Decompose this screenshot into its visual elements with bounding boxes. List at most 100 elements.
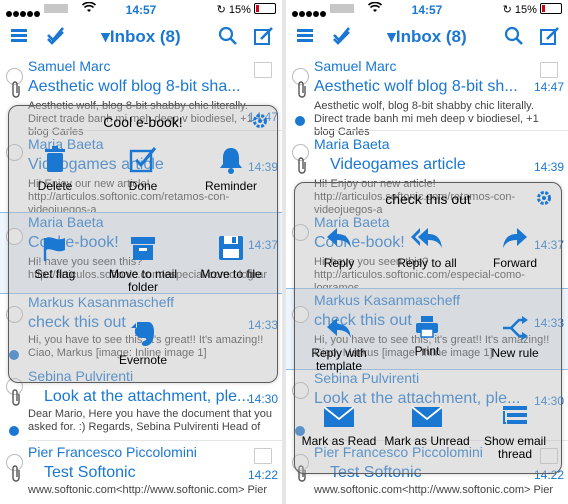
forward-button[interactable]: Forward	[469, 225, 561, 270]
evernote-icon	[97, 320, 189, 351]
email-subject[interactable]: Test Softonic	[44, 464, 252, 482]
search-icon[interactable]	[504, 26, 524, 51]
move-to-mail-folder-button[interactable]: Move to mail folder	[97, 234, 189, 294]
attachment-icon	[10, 80, 22, 103]
email-subject[interactable]: Aesthetic wolf blog 8-bit sh...	[314, 78, 538, 96]
new-rule-button[interactable]: New rule	[469, 315, 561, 360]
reply-template-icon	[293, 315, 385, 344]
email-time: 14:30	[247, 392, 278, 406]
printer-icon	[381, 315, 473, 342]
battery-icon	[254, 3, 276, 14]
inbox-title-text: Inbox (8)	[395, 27, 467, 46]
inbox-title[interactable]: ▾Inbox (8)	[0, 27, 282, 47]
set-flag-button[interactable]: Set flag	[9, 234, 101, 281]
inbox-title[interactable]: ▾Inbox (8)	[286, 27, 568, 47]
evernote-button[interactable]: Evernote	[97, 320, 189, 367]
nav-bar: ▾Inbox (8)	[0, 22, 282, 54]
move-to-mail-folder-label: Move to mail folder	[108, 267, 178, 294]
action-menu: check this out Reply Reply to all Forwar…	[294, 182, 562, 474]
email-time: 14:22	[247, 468, 278, 482]
flag-icon[interactable]	[254, 448, 272, 464]
battery-percent: 15%	[228, 4, 251, 16]
email-snippet: www.softonic.com<http://www.softonic.com…	[28, 484, 268, 496]
status-bar: 14:57 ↻ 15%	[286, 0, 568, 20]
compose-icon[interactable]	[254, 26, 274, 51]
mark-as-unread-label: Mark as Unread	[384, 434, 470, 448]
attachment-icon	[296, 80, 308, 103]
evernote-label: Evernote	[118, 353, 168, 367]
print-button[interactable]: Print	[381, 315, 473, 358]
delete-label: Delete	[37, 179, 73, 193]
forward-icon	[469, 225, 561, 254]
floppy-disk-icon	[185, 234, 277, 265]
email-sender: Samuel Marc	[314, 58, 397, 74]
move-to-file-label: Move to file	[200, 267, 262, 281]
forward-label: Forward	[492, 256, 537, 270]
status-right: ↻ 15%	[503, 3, 562, 16]
mark-as-read-label: Mark as Read	[301, 434, 377, 448]
email-snippet: Dear Mario, Here you have the document t…	[28, 408, 272, 433]
rotation-lock-icon: ↻	[216, 4, 226, 16]
bell-icon	[185, 146, 277, 177]
trash-icon	[9, 146, 101, 177]
rotation-lock-icon: ↻	[502, 4, 512, 16]
reminder-label: Reminder	[204, 179, 258, 193]
flag-icon[interactable]	[254, 62, 272, 78]
reply-all-label: Reply to all	[397, 256, 457, 270]
reply-icon	[293, 225, 385, 254]
reply-button[interactable]: Reply	[293, 225, 385, 270]
reply-all-button[interactable]: Reply to all	[381, 225, 473, 270]
email-time: 14:47	[533, 80, 564, 94]
thread-list-icon	[469, 405, 561, 432]
new-rule-label: New rule	[491, 346, 539, 360]
mark-as-unread-button[interactable]: Mark as Unread	[381, 405, 473, 448]
row-separator	[28, 440, 282, 441]
attachment-icon	[10, 388, 22, 411]
attachment-icon	[10, 464, 22, 487]
status-bar: 14:57 ↻ 15%	[0, 0, 282, 20]
gear-icon[interactable]	[251, 112, 269, 135]
row-separator	[314, 130, 568, 131]
reply-with-template-button[interactable]: Reply with template	[293, 315, 385, 373]
unread-dot	[295, 116, 305, 126]
envelope-open-icon	[293, 405, 385, 432]
show-email-thread-button[interactable]: Show email thread	[469, 405, 561, 461]
done-button[interactable]: Done	[97, 146, 189, 193]
email-subject[interactable]: Videogames article	[330, 156, 538, 174]
inbox-title-text: Inbox (8)	[109, 27, 181, 46]
screen-right: 14:57 ↻ 15% ▾Inbox (8) Samuel Marc Aesth…	[286, 0, 568, 504]
nav-bar: ▾Inbox (8)	[286, 22, 568, 54]
flag-icon[interactable]	[540, 62, 558, 78]
action-menu-title: Cool e-book!	[103, 114, 183, 130]
screen-left: 14:57 ↻ 15% ▾Inbox (8) Samuel Marc Aesth…	[0, 0, 282, 504]
envelope-icon	[381, 405, 473, 432]
email-sender: Pier Francesco Piccolomini	[28, 444, 197, 460]
email-snippet: www.softonic.com<http://www.softonic.com…	[314, 484, 554, 496]
compose-icon[interactable]	[540, 26, 560, 51]
checkbox-icon	[97, 146, 189, 177]
set-flag-label: Set flag	[34, 267, 76, 281]
delete-button[interactable]: Delete	[9, 146, 101, 193]
attachment-icon	[296, 156, 308, 179]
email-time: 14:39	[533, 160, 564, 174]
mark-as-read-button[interactable]: Mark as Read	[293, 405, 385, 448]
print-label: Print	[414, 344, 440, 358]
move-to-file-button[interactable]: Move to file	[185, 234, 277, 281]
battery-icon	[540, 3, 562, 14]
flag-icon	[9, 234, 101, 265]
status-right: ↻ 15%	[217, 3, 276, 16]
archive-box-icon	[97, 234, 189, 265]
battery-percent: 15%	[514, 4, 537, 16]
search-icon[interactable]	[218, 26, 238, 51]
reply-with-template-label: Reply with template	[311, 346, 367, 373]
screens: 14:57 ↻ 15% ▾Inbox (8) Samuel Marc Aesth…	[0, 0, 568, 504]
email-subject[interactable]: Aesthetic wolf blog 8-bit sha...	[28, 78, 252, 96]
email-sender: Samuel Marc	[28, 58, 111, 74]
unread-dot	[9, 426, 19, 436]
gear-icon[interactable]	[535, 189, 553, 212]
reminder-button[interactable]: Reminder	[185, 146, 277, 193]
email-subject[interactable]: Look at the attachment, ple...	[44, 388, 252, 406]
show-email-thread-label: Show email thread	[483, 434, 547, 461]
reply-label: Reply	[323, 256, 355, 270]
email-sender: Maria Baeta	[314, 136, 390, 152]
